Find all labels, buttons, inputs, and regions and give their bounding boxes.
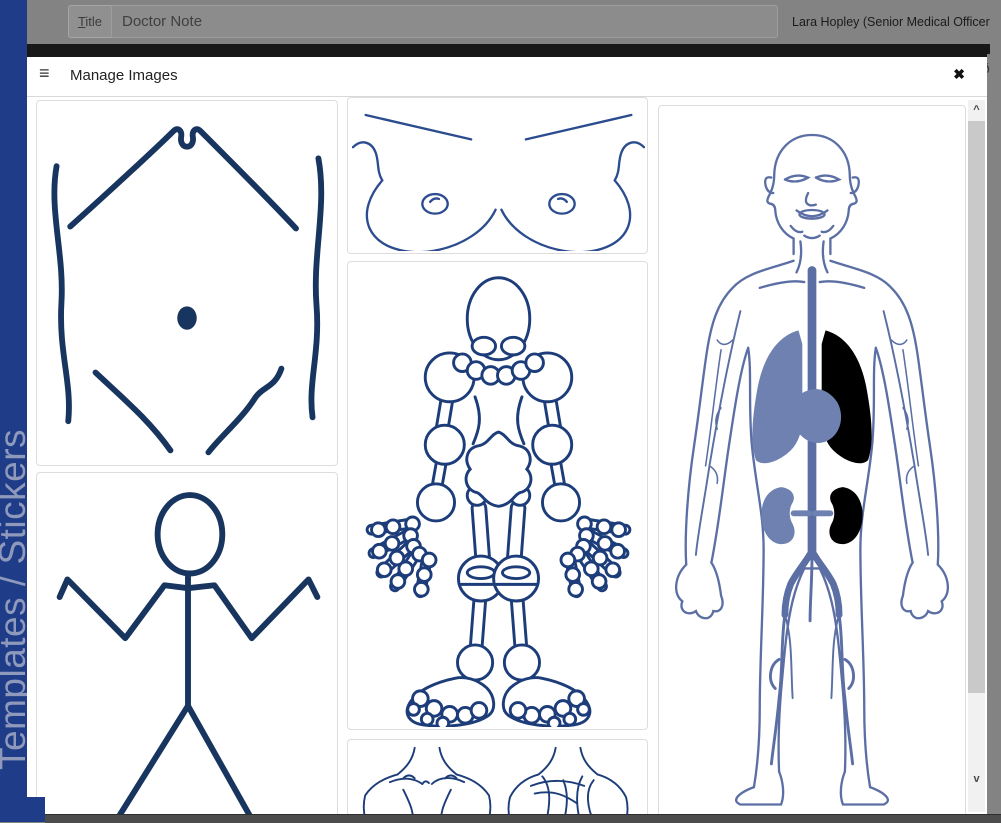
image-gallery: ^ v bbox=[27, 97, 987, 822]
image-card-shoulder-sketches[interactable] bbox=[347, 739, 648, 822]
image-card-abdomen-outline[interactable] bbox=[36, 100, 338, 466]
scrollbar-thumb[interactable] bbox=[968, 121, 985, 693]
scroll-up-button[interactable]: ^ bbox=[968, 100, 985, 121]
current-user-label: Lara Hopley (Senior Medical Officer bbox=[792, 15, 990, 29]
dialog-title: Manage Images bbox=[70, 67, 178, 84]
stick-figure-drawing bbox=[41, 477, 335, 817]
manage-images-dialog: ≡ Manage Images ✖ bbox=[27, 47, 987, 822]
close-icon[interactable]: ✖ bbox=[953, 66, 965, 83]
shoulder-sketches-drawing bbox=[352, 744, 645, 822]
hamburger-menu-icon[interactable]: ≡ bbox=[39, 63, 50, 84]
gallery-scrollbar[interactable]: ^ v bbox=[968, 100, 985, 812]
title-field-label: Title bbox=[68, 5, 111, 38]
abdomen-outline-drawing bbox=[41, 105, 333, 461]
dialog-header: ≡ Manage Images ✖ bbox=[27, 57, 987, 97]
templates-stickers-label: Templates / Stickers bbox=[0, 429, 27, 770]
image-card-stick-figure[interactable] bbox=[36, 472, 338, 822]
image-card-skeleton-joints[interactable] bbox=[347, 261, 648, 730]
breast-diagram-drawing bbox=[352, 102, 645, 251]
scroll-down-button[interactable]: v bbox=[968, 769, 985, 790]
image-card-breast-diagram[interactable] bbox=[347, 97, 648, 254]
title-input[interactable] bbox=[111, 5, 778, 38]
sidebar-corner-nub bbox=[27, 797, 45, 822]
templates-stickers-tab[interactable]: Templates / Stickers bbox=[0, 0, 27, 822]
image-card-vascular-anatomy[interactable] bbox=[658, 105, 966, 818]
skeleton-joints-drawing bbox=[352, 266, 645, 727]
vascular-anatomy-drawing bbox=[663, 110, 961, 815]
